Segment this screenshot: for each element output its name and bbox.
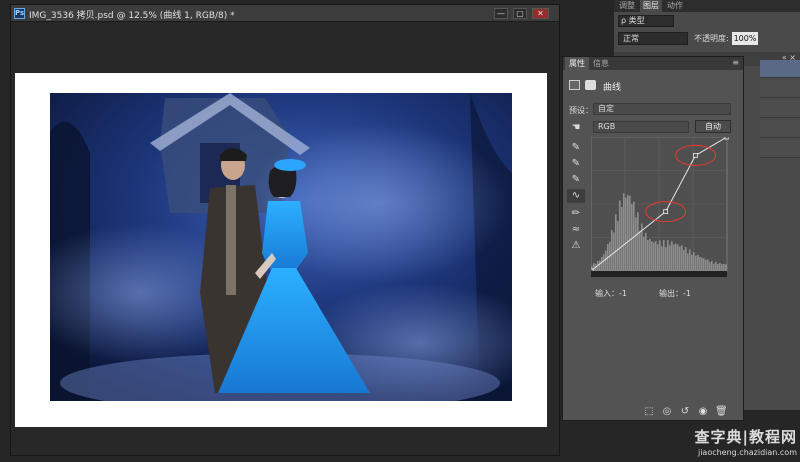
properties-bottom-bar: ⬚ ◎ ↺ ◉ 🗑 [563,404,743,420]
hand-target-icon[interactable]: ☚ [567,121,585,135]
curves-adjustment-icon [569,80,580,90]
photoshop-logo-icon: Ps [14,8,25,19]
opacity-input[interactable]: 100% [732,32,758,45]
document-title: IMG_3536 拷贝.psd @ 12.5% (曲线 1, RGB/8) * [29,11,235,21]
canvas-page[interactable] [15,73,547,427]
pencil-icon[interactable]: ✏ [567,207,585,221]
output-gradient-bar [591,271,727,277]
watermark: 查字典|教程网 jiaocheng.chazidian.com [657,426,797,462]
minimize-button[interactable]: — [494,8,508,19]
view-previous-icon[interactable]: ◎ [661,406,673,418]
layer-row[interactable] [760,80,800,98]
watermark-url: jiaocheng.chazidian.com [697,448,797,457]
blend-mode-select[interactable]: 正常 [618,32,688,45]
clip-to-layer-icon[interactable]: ⬚ [643,406,655,418]
panel-menu-icon[interactable]: ≡ [732,58,739,67]
preset-select[interactable]: 自定 [593,103,731,115]
photo-image[interactable] [50,93,512,401]
visibility-icon[interactable]: ◉ [697,406,709,418]
preset-label: 预设： [569,106,593,115]
layers-filter-bar: ρ 类型 [614,12,800,30]
input-readout: 输入：-1 [595,289,627,298]
right-panel-tabs: 调整 图层 动作 [614,0,800,12]
properties-tab-bar: 属性 信息 ≡ [563,57,743,70]
layers-blend-bar: 正常 不透明度: 100% [614,30,800,48]
layer-row[interactable] [760,120,800,138]
input-output-readout: 输入：-1 输出：-1 [563,288,743,300]
eyedropper-black-icon[interactable]: ✎ [567,141,585,155]
auto-button[interactable]: 自动 [695,120,731,133]
clipping-warning-icon[interactable]: ⚠ [567,239,585,253]
tab-adjustments[interactable]: 调整 [616,0,638,12]
tab-properties[interactable]: 属性 [565,57,589,70]
properties-header: 曲线 [563,70,743,98]
layer-row[interactable] [760,100,800,118]
watermark-title: 查字典|教程网 [694,428,797,446]
curve-edit-icon[interactable]: ∿ [567,189,585,203]
curve-point[interactable] [693,152,698,158]
document-window: Ps IMG_3536 拷贝.psd @ 12.5% (曲线 1, RGB/8)… [10,4,560,456]
channel-select[interactable]: RGB [593,121,689,133]
curve-point[interactable] [663,209,669,215]
panel-title: 曲线 [603,83,622,93]
tab-layers[interactable]: 图层 [640,0,662,12]
kind-filter-select[interactable]: ρ 类型 [618,15,674,27]
layer-mask-icon[interactable] [585,80,596,90]
curve-point[interactable] [724,137,729,140]
layer-row[interactable] [760,140,800,158]
tab-info[interactable]: 信息 [589,57,613,70]
curves-graph[interactable] [591,137,729,277]
eyedropper-gray-icon[interactable]: ✎ [567,157,585,171]
eyedropper-white-icon[interactable]: ✎ [567,173,585,187]
delete-icon[interactable]: 🗑 [715,406,728,418]
opacity-label: 不透明度: [694,34,729,43]
properties-panel: 属性 信息 ≡ 曲线 预设： 自定 RGB 自动 ☚ ✎ ✎ ✎ ∿ ✏ ≈ ⚠… [562,56,744,421]
layers-thumbnails [760,60,800,170]
canvas-area[interactable] [11,23,559,455]
document-title-bar[interactable]: Ps IMG_3536 拷贝.psd @ 12.5% (曲线 1, RGB/8)… [11,5,559,22]
tab-actions[interactable]: 动作 [664,0,686,12]
reset-icon[interactable]: ↺ [679,406,691,418]
output-readout: 输出：-1 [659,289,691,298]
maximize-button[interactable]: ▢ [513,8,527,19]
smooth-icon[interactable]: ≈ [567,223,585,237]
layer-row[interactable] [760,60,800,78]
close-button[interactable]: ✕ [532,8,549,19]
